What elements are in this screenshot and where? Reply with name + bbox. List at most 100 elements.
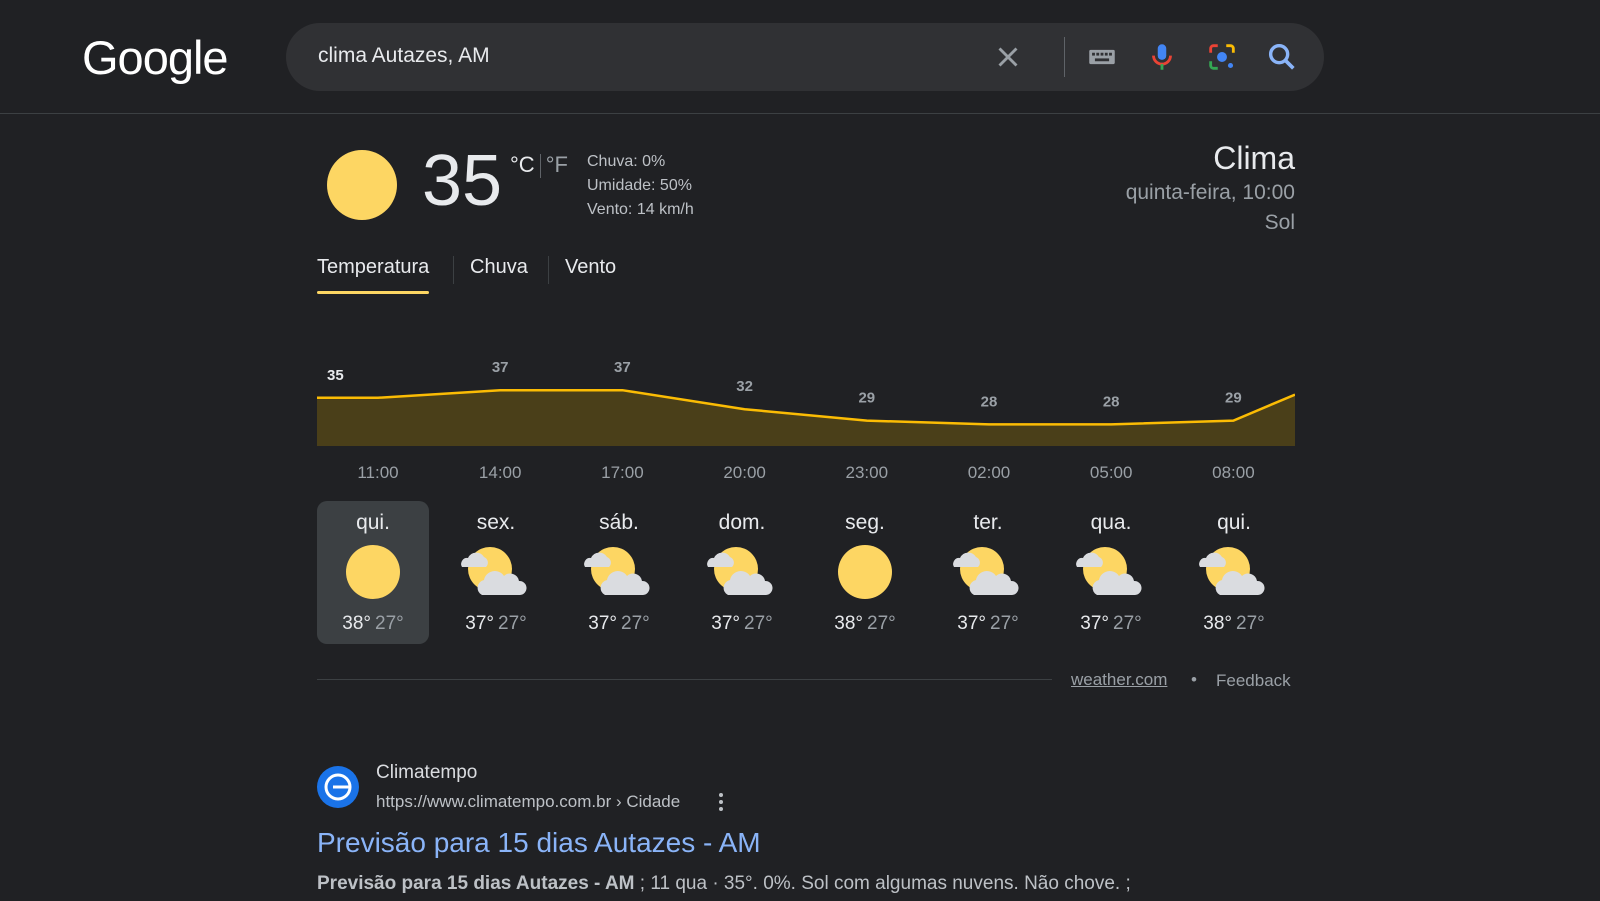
partly-cloudy-icon xyxy=(583,543,653,606)
partly-cloudy-icon xyxy=(460,543,530,606)
day-name: ter. xyxy=(973,511,1003,534)
daily-forecast: qui. 38° 27° sex. 37° 27° sáb. 37° 27° dom. 37° 27°… xyxy=(317,501,1301,644)
humidity: Umidade: 50% xyxy=(587,177,692,194)
tab-rain[interactable]: Chuva xyxy=(470,256,528,279)
search-input[interactable]: clima Autazes, AM xyxy=(318,44,490,68)
partly-cloudy-icon xyxy=(706,543,776,606)
sun-icon xyxy=(836,543,894,606)
data-label: 37 xyxy=(614,359,631,376)
tab-wind[interactable]: Vento xyxy=(565,256,616,279)
result-snippet: Previsão para 15 dias Autazes - AM ; 11 … xyxy=(317,873,1131,895)
clear-icon[interactable] xyxy=(991,40,1025,74)
day-forecast[interactable]: sáb. 37° 27° xyxy=(563,501,675,644)
wind-speed: Vento: 14 km/h xyxy=(587,201,694,218)
partly-cloudy-icon xyxy=(1198,543,1268,606)
high-temp: 38° xyxy=(834,613,863,634)
chart-area xyxy=(317,390,1295,446)
day-forecast[interactable]: qua. 37° 27° xyxy=(1055,501,1167,644)
climatempo-logo-icon xyxy=(324,773,352,801)
data-label: 28 xyxy=(981,393,998,410)
result-title-link[interactable]: Previsão para 15 dias Autazes - AM xyxy=(317,827,761,859)
day-temperatures: 38° 27° xyxy=(809,613,921,635)
day-temperatures: 38° 27° xyxy=(317,613,429,635)
low-temp: 27° xyxy=(375,613,404,634)
high-temp: 37° xyxy=(465,613,494,634)
low-temp: 27° xyxy=(498,613,527,634)
day-name: sex. xyxy=(476,511,516,534)
day-name: qui. xyxy=(356,511,390,534)
day-temperatures: 37° 27° xyxy=(440,613,552,635)
hour-tick-label: 23:00 xyxy=(845,463,889,482)
result-site-name[interactable]: Climatempo xyxy=(376,762,477,784)
hour-tick-label: 17:00 xyxy=(601,463,644,482)
feedback-link[interactable]: Feedback xyxy=(1216,671,1291,691)
day-forecast[interactable]: sex. 37° 27° xyxy=(440,501,552,644)
hour-tick-label: 05:00 xyxy=(1089,463,1133,482)
day-name: qui. xyxy=(1217,511,1251,534)
rain-chance: Chuva: 0% xyxy=(587,153,666,170)
top-bar: Google clima Autazes, AM xyxy=(0,0,1600,114)
site-favicon[interactable] xyxy=(317,766,359,808)
hour-tick-label: 08:00 xyxy=(1212,463,1255,482)
high-temp: 37° xyxy=(957,613,986,634)
weather-details: Chuva: 0% Umidade: 50% Vento: 14 km/h xyxy=(587,150,694,222)
unit-divider xyxy=(539,154,541,179)
fahrenheit-toggle[interactable]: °F xyxy=(546,152,568,177)
result-url[interactable]: https://www.climatempo.com.br › Cidade xyxy=(376,792,680,812)
day-name: seg. xyxy=(845,511,885,534)
day-forecast[interactable]: dom. 37° 27° xyxy=(686,501,798,644)
data-label: 29 xyxy=(1225,390,1242,407)
day-forecast[interactable]: qui. 38° 27° xyxy=(1178,501,1290,644)
current-temperature: 35 xyxy=(422,141,503,221)
tab-temperature[interactable]: Temperatura xyxy=(317,256,430,294)
google-logo[interactable]: Google xyxy=(82,30,229,85)
weather-source-link[interactable]: weather.com xyxy=(1071,670,1167,690)
partly-cloudy-icon xyxy=(952,543,1022,606)
high-temp: 38° xyxy=(342,613,371,634)
day-temperatures: 37° 27° xyxy=(686,613,798,635)
high-temp: 37° xyxy=(1080,613,1109,634)
weather-summary: Clima quinta-feira, 10:00 Sol xyxy=(1126,138,1295,238)
partly-cloudy-icon xyxy=(1075,543,1145,606)
logo-text: Google xyxy=(82,31,229,84)
day-temperatures: 37° 27° xyxy=(563,613,675,635)
high-temp: 38° xyxy=(1203,613,1232,634)
high-temp: 37° xyxy=(711,613,740,634)
data-label: 37 xyxy=(492,359,509,376)
snippet-highlight: Previsão para 15 dias Autazes - AM xyxy=(317,873,635,894)
more-options-icon[interactable] xyxy=(713,791,729,813)
day-forecast[interactable]: seg. 38° 27° xyxy=(809,501,921,644)
data-label: 28 xyxy=(1103,393,1120,410)
data-label: 35 xyxy=(327,367,344,384)
keyboard-icon[interactable] xyxy=(1085,40,1119,74)
weather-title: Clima xyxy=(1213,140,1295,176)
low-temp: 27° xyxy=(744,613,773,634)
day-forecast[interactable]: qui. 38° 27° xyxy=(317,501,429,644)
data-label: 32 xyxy=(736,378,753,395)
celsius-toggle[interactable]: °C xyxy=(510,152,535,177)
snippet-text: ; 11 qua · 35°. 0%. Sol com algumas nuve… xyxy=(634,873,1131,894)
tab-divider xyxy=(548,256,549,284)
search-divider xyxy=(1064,37,1065,77)
weather-condition: Sol xyxy=(1264,211,1295,234)
high-temp: 37° xyxy=(588,613,617,634)
lens-icon[interactable] xyxy=(1205,40,1239,74)
day-temperatures: 38° 27° xyxy=(1178,613,1290,635)
footer-divider xyxy=(317,679,1052,680)
low-temp: 27° xyxy=(621,613,650,634)
day-forecast[interactable]: ter. 37° 27° xyxy=(932,501,1044,644)
search-box[interactable]: clima Autazes, AM xyxy=(286,23,1324,91)
hour-axis: 11:00 14:00 17:00 20:00 23:00 02:00 05:00 08:00 xyxy=(317,463,1295,485)
microphone-icon[interactable] xyxy=(1145,40,1179,74)
hour-tick-label: 20:00 xyxy=(723,463,766,482)
day-temperatures: 37° 27° xyxy=(1055,613,1167,635)
data-label: 29 xyxy=(858,390,875,407)
day-temperatures: 37° 27° xyxy=(932,613,1044,635)
day-name: dom. xyxy=(718,511,766,534)
low-temp: 27° xyxy=(1113,613,1142,634)
day-name: qua. xyxy=(1090,511,1132,534)
search-icon[interactable] xyxy=(1265,40,1299,74)
hour-tick-label: 11:00 xyxy=(357,463,399,482)
unit-toggle: °C °F xyxy=(510,152,568,179)
low-temp: 27° xyxy=(867,613,896,634)
